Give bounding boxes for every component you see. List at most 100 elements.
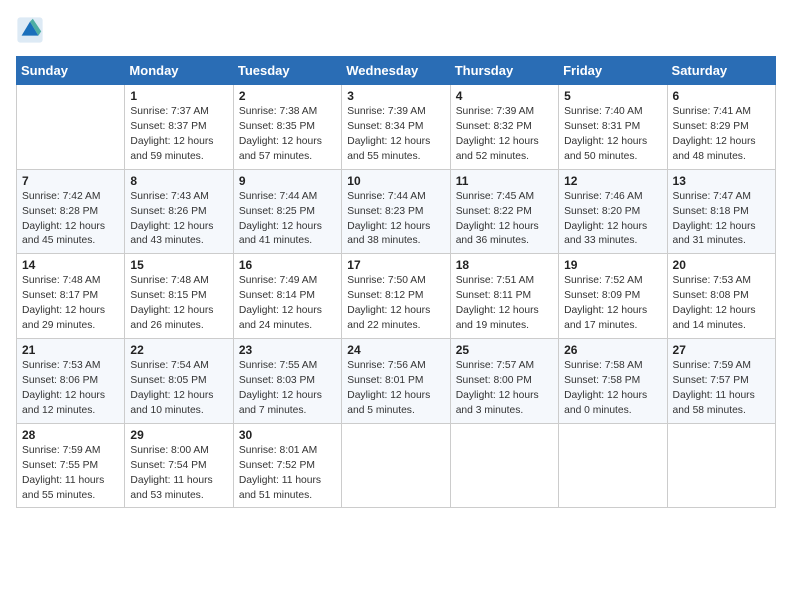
day-info: Sunrise: 7:46 AM Sunset: 8:20 PM Dayligh… — [564, 190, 661, 250]
calendar-cell: 10 Sunrise: 7:44 AM Sunset: 8:23 PM Dayli… — [342, 169, 450, 254]
calendar-week-row: 1Sunrise: 7:37 AM Sunset: 8:37 PM Daylig… — [17, 85, 776, 170]
calendar-table: SundayMondayTuesdayWednesdayThursdayFrid… — [16, 56, 776, 508]
day-info: Sunrise: 7:53 AM Sunset: 8:06 PM Dayligh… — [22, 359, 119, 419]
day-number: 17 — [347, 258, 444, 272]
day-info: Sunrise: 7:48 AM Sunset: 8:15 PM Dayligh… — [130, 274, 227, 334]
weekday-header: Saturday — [667, 57, 775, 85]
weekday-header-row: SundayMondayTuesdayWednesdayThursdayFrid… — [17, 57, 776, 85]
day-info: Sunrise: 7:52 AM Sunset: 8:09 PM Dayligh… — [564, 274, 661, 334]
calendar-cell — [342, 423, 450, 508]
day-number: 25 — [456, 343, 553, 357]
calendar-cell: 11Sunrise: 7:45 AM Sunset: 8:22 PM Dayli… — [450, 169, 558, 254]
day-number: 5 — [564, 89, 661, 103]
day-number: 28 — [22, 428, 119, 442]
calendar-week-row: 21 Sunrise: 7:53 AM Sunset: 8:06 PM Dayli… — [17, 339, 776, 424]
calendar-cell: 26 Sunrise: 7:58 AM Sunset: 7:58 PM Dayli… — [559, 339, 667, 424]
day-info: Sunrise: 7:48 AM Sunset: 8:17 PM Dayligh… — [22, 274, 119, 334]
day-info: Sunrise: 7:40 AM Sunset: 8:31 PM Dayligh… — [564, 105, 661, 165]
day-number: 2 — [239, 89, 336, 103]
logo-icon — [16, 16, 44, 44]
calendar-cell: 28 Sunrise: 7:59 AM Sunset: 7:55 PM Dayli… — [17, 423, 125, 508]
day-info: Sunrise: 7:56 AM Sunset: 8:01 PM Dayligh… — [347, 359, 444, 419]
day-number: 14 — [22, 258, 119, 272]
calendar-cell: 18 Sunrise: 7:51 AM Sunset: 8:11 PM Dayli… — [450, 254, 558, 339]
day-info: Sunrise: 7:58 AM Sunset: 7:58 PM Dayligh… — [564, 359, 661, 419]
day-info: Sunrise: 7:43 AM Sunset: 8:26 PM Dayligh… — [130, 190, 227, 250]
weekday-header: Friday — [559, 57, 667, 85]
day-info: Sunrise: 7:42 AM Sunset: 8:28 PM Dayligh… — [22, 190, 119, 250]
day-number: 6 — [673, 89, 770, 103]
day-number: 27 — [673, 343, 770, 357]
day-info: Sunrise: 8:00 AM Sunset: 7:54 PM Dayligh… — [130, 444, 227, 504]
calendar-cell: 27 Sunrise: 7:59 AM Sunset: 7:57 PM Dayli… — [667, 339, 775, 424]
day-number: 1 — [130, 89, 227, 103]
calendar-cell: 30 Sunrise: 8:01 AM Sunset: 7:52 PM Dayli… — [233, 423, 341, 508]
day-number: 21 — [22, 343, 119, 357]
weekday-header: Monday — [125, 57, 233, 85]
calendar-cell: 21 Sunrise: 7:53 AM Sunset: 8:06 PM Dayli… — [17, 339, 125, 424]
calendar-cell: 17 Sunrise: 7:50 AM Sunset: 8:12 PM Dayli… — [342, 254, 450, 339]
day-number: 29 — [130, 428, 227, 442]
day-info: Sunrise: 7:59 AM Sunset: 7:55 PM Dayligh… — [22, 444, 119, 504]
calendar-week-row: 7 Sunrise: 7:42 AM Sunset: 8:28 PM Daylig… — [17, 169, 776, 254]
calendar-cell: 24 Sunrise: 7:56 AM Sunset: 8:01 PM Dayli… — [342, 339, 450, 424]
day-number: 24 — [347, 343, 444, 357]
day-info: Sunrise: 7:55 AM Sunset: 8:03 PM Dayligh… — [239, 359, 336, 419]
day-number: 11 — [456, 174, 553, 188]
calendar-cell: 8 Sunrise: 7:43 AM Sunset: 8:26 PM Daylig… — [125, 169, 233, 254]
calendar-cell: 16 Sunrise: 7:49 AM Sunset: 8:14 PM Dayli… — [233, 254, 341, 339]
calendar-cell — [559, 423, 667, 508]
calendar-cell: 2 Sunrise: 7:38 AM Sunset: 8:35 PM Daylig… — [233, 85, 341, 170]
calendar-cell: 5 Sunrise: 7:40 AM Sunset: 8:31 PM Daylig… — [559, 85, 667, 170]
day-number: 26 — [564, 343, 661, 357]
day-info: Sunrise: 7:59 AM Sunset: 7:57 PM Dayligh… — [673, 359, 770, 419]
day-number: 30 — [239, 428, 336, 442]
day-number: 8 — [130, 174, 227, 188]
calendar-cell: 22Sunrise: 7:54 AM Sunset: 8:05 PM Dayli… — [125, 339, 233, 424]
day-number: 12 — [564, 174, 661, 188]
calendar-cell: 7 Sunrise: 7:42 AM Sunset: 8:28 PM Daylig… — [17, 169, 125, 254]
day-info: Sunrise: 7:39 AM Sunset: 8:32 PM Dayligh… — [456, 105, 553, 165]
logo — [16, 16, 48, 44]
calendar-week-row: 28 Sunrise: 7:59 AM Sunset: 7:55 PM Dayli… — [17, 423, 776, 508]
day-number: 9 — [239, 174, 336, 188]
calendar-cell: 6 Sunrise: 7:41 AM Sunset: 8:29 PM Daylig… — [667, 85, 775, 170]
calendar-cell — [450, 423, 558, 508]
day-number: 20 — [673, 258, 770, 272]
day-number: 18 — [456, 258, 553, 272]
calendar-cell: 25 Sunrise: 7:57 AM Sunset: 8:00 PM Dayli… — [450, 339, 558, 424]
weekday-header: Tuesday — [233, 57, 341, 85]
day-info: Sunrise: 7:41 AM Sunset: 8:29 PM Dayligh… — [673, 105, 770, 165]
calendar-cell: 13Sunrise: 7:47 AM Sunset: 8:18 PM Dayli… — [667, 169, 775, 254]
calendar-cell: 1Sunrise: 7:37 AM Sunset: 8:37 PM Daylig… — [125, 85, 233, 170]
day-info: Sunrise: 7:39 AM Sunset: 8:34 PM Dayligh… — [347, 105, 444, 165]
day-info: Sunrise: 7:44 AM Sunset: 8:25 PM Dayligh… — [239, 190, 336, 250]
calendar-cell: 14 Sunrise: 7:48 AM Sunset: 8:17 PM Dayli… — [17, 254, 125, 339]
day-number: 7 — [22, 174, 119, 188]
day-info: Sunrise: 7:49 AM Sunset: 8:14 PM Dayligh… — [239, 274, 336, 334]
day-number: 3 — [347, 89, 444, 103]
day-info: Sunrise: 7:51 AM Sunset: 8:11 PM Dayligh… — [456, 274, 553, 334]
page-header — [16, 16, 776, 44]
day-info: Sunrise: 7:38 AM Sunset: 8:35 PM Dayligh… — [239, 105, 336, 165]
day-number: 16 — [239, 258, 336, 272]
day-info: Sunrise: 7:50 AM Sunset: 8:12 PM Dayligh… — [347, 274, 444, 334]
calendar-cell — [667, 423, 775, 508]
weekday-header: Thursday — [450, 57, 558, 85]
day-number: 10 — [347, 174, 444, 188]
day-info: Sunrise: 7:57 AM Sunset: 8:00 PM Dayligh… — [456, 359, 553, 419]
calendar-week-row: 14 Sunrise: 7:48 AM Sunset: 8:17 PM Dayli… — [17, 254, 776, 339]
day-number: 23 — [239, 343, 336, 357]
day-info: Sunrise: 7:53 AM Sunset: 8:08 PM Dayligh… — [673, 274, 770, 334]
day-info: Sunrise: 7:44 AM Sunset: 8:23 PM Dayligh… — [347, 190, 444, 250]
calendar-cell: 15 Sunrise: 7:48 AM Sunset: 8:15 PM Dayli… — [125, 254, 233, 339]
calendar-cell: 3 Sunrise: 7:39 AM Sunset: 8:34 PM Daylig… — [342, 85, 450, 170]
day-number: 13 — [673, 174, 770, 188]
weekday-header: Sunday — [17, 57, 125, 85]
day-number: 22 — [130, 343, 227, 357]
calendar-cell: 9 Sunrise: 7:44 AM Sunset: 8:25 PM Daylig… — [233, 169, 341, 254]
calendar-cell: 19Sunrise: 7:52 AM Sunset: 8:09 PM Dayli… — [559, 254, 667, 339]
day-info: Sunrise: 8:01 AM Sunset: 7:52 PM Dayligh… — [239, 444, 336, 504]
day-number: 15 — [130, 258, 227, 272]
day-number: 4 — [456, 89, 553, 103]
